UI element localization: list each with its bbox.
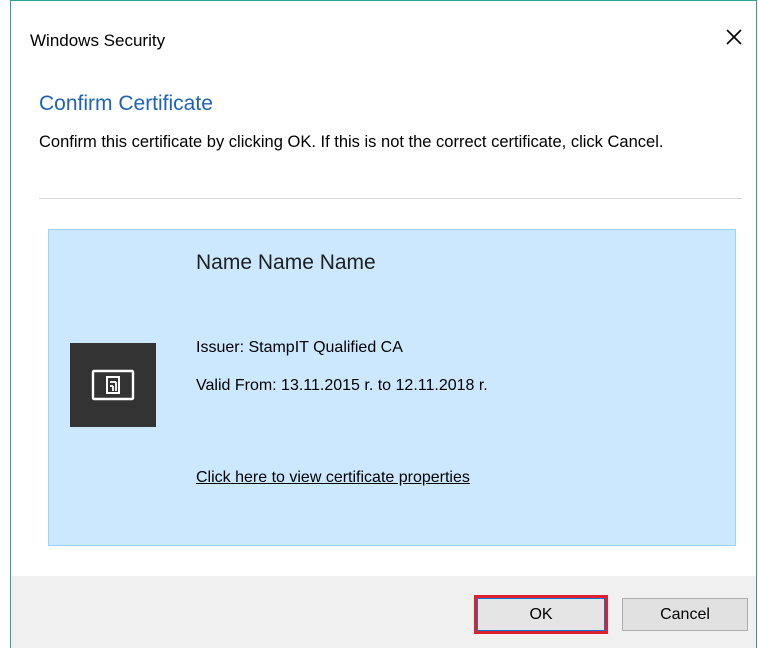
close-button[interactable] — [720, 23, 748, 51]
title-bar: Windows Security — [11, 1, 756, 83]
dialog-heading: Confirm Certificate — [39, 92, 213, 115]
certificate-name: Name Name Name — [196, 251, 376, 274]
view-certificate-properties-link[interactable]: Click here to view certificate propertie… — [196, 467, 496, 489]
certificate-card-icon — [70, 343, 156, 427]
certificate-issuer: Issuer: StampIT Qualified CA — [196, 339, 403, 356]
dialog-description: Confirm this certificate by clicking OK.… — [39, 133, 664, 151]
windows-security-dialog: Windows Security Confirm Certificate Con… — [10, 0, 757, 648]
divider — [39, 198, 742, 199]
close-icon — [726, 29, 742, 45]
certificate-validity: Valid From: 13.11.2015 r. to 12.11.2018 … — [196, 377, 488, 394]
ok-button[interactable]: OK — [477, 598, 605, 631]
certificate-tile[interactable]: Name Name Name Issuer: StampIT Qualified… — [48, 229, 736, 546]
button-footer: OK Cancel — [11, 576, 756, 648]
window-title: Windows Security — [30, 31, 166, 50]
cancel-button[interactable]: Cancel — [622, 598, 748, 631]
